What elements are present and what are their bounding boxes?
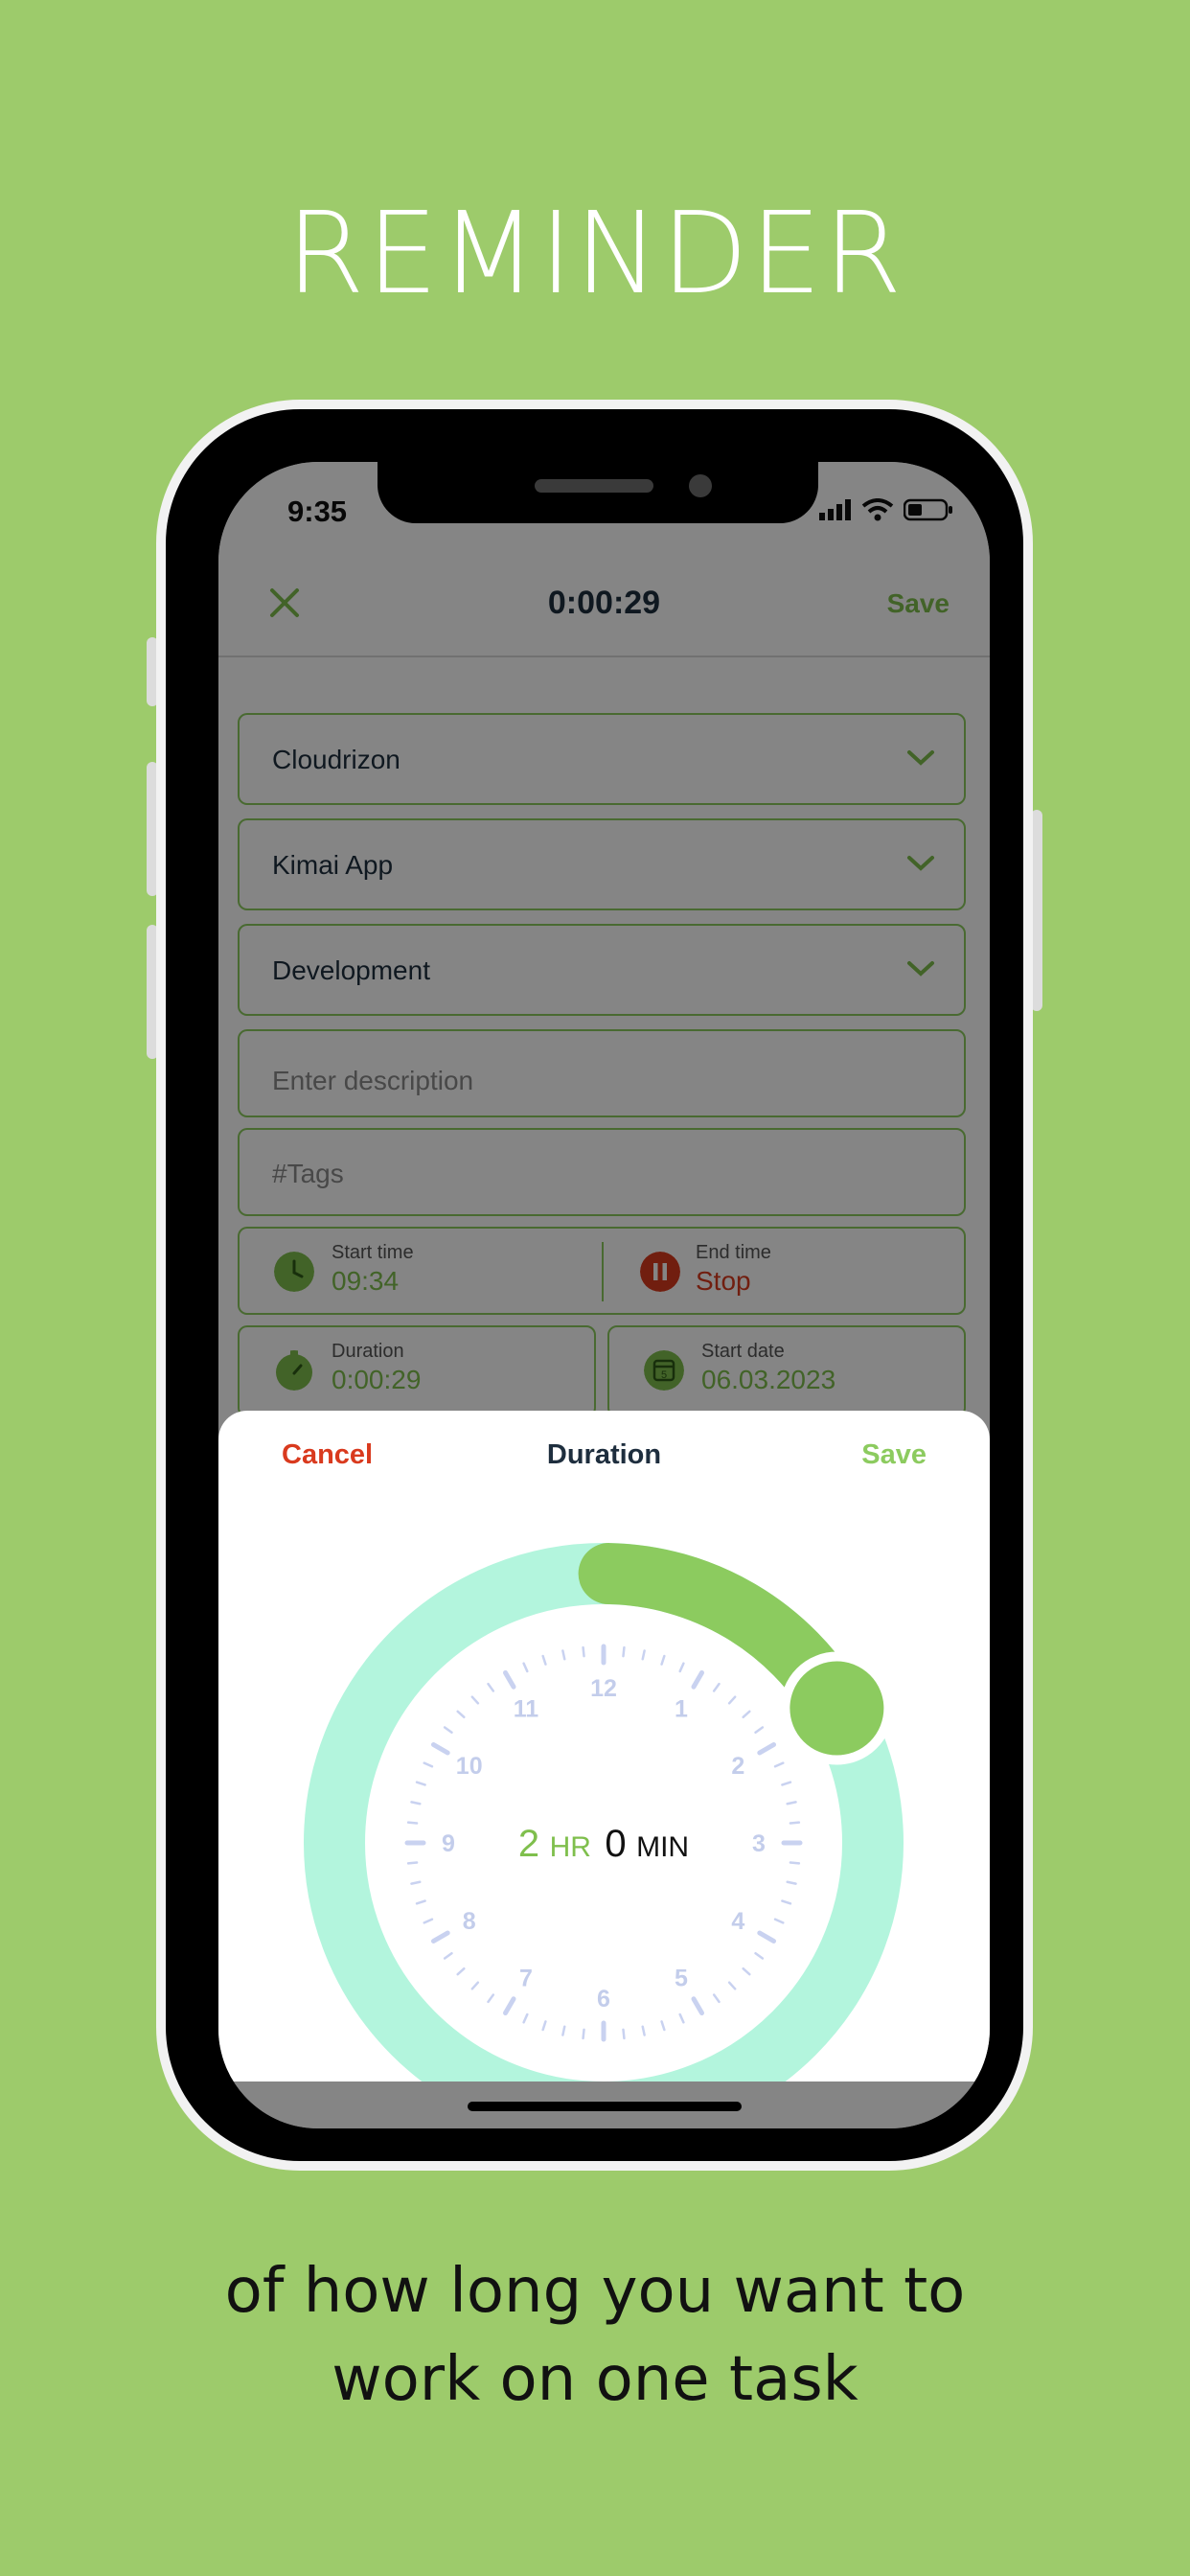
dial-number-4: 4 xyxy=(731,1908,744,1935)
hours-value: 2 xyxy=(518,1823,539,1865)
dial-number-1: 1 xyxy=(675,1696,688,1723)
dial-number-2: 2 xyxy=(731,1753,744,1780)
dial-minor-tick xyxy=(789,1821,801,1825)
duration-dial[interactable]: 12 1 2 3 4 5 6 7 8 9 10 11 2 HR 0 MIN xyxy=(218,1468,990,2082)
hours-unit: HR xyxy=(550,1831,591,1863)
dial-number-6: 6 xyxy=(597,1986,610,2012)
dial-minor-tick xyxy=(622,2028,626,2040)
phone-bezel: 9:35 0:00:29 Save Cloudrizon Kimai App D… xyxy=(166,409,1023,2161)
dial-number-12: 12 xyxy=(590,1675,617,1702)
sheet-save-button[interactable]: Save xyxy=(861,1439,927,1471)
dial-number-3: 3 xyxy=(752,1830,766,1857)
tagline: of how long you want to work on one task xyxy=(0,2247,1190,2424)
dial-number-11: 11 xyxy=(514,1696,539,1723)
dial-number-8: 8 xyxy=(463,1908,476,1935)
front-camera xyxy=(689,474,712,497)
dial-number-7: 7 xyxy=(519,1965,533,1991)
dial-minor-tick xyxy=(622,1645,626,1658)
dial-number-10: 10 xyxy=(456,1753,483,1780)
notch xyxy=(378,462,818,523)
duration-sheet: Cancel Duration Save 12 1 2 3 4 5 6 7 8 … xyxy=(218,1411,990,2082)
dial-minor-tick xyxy=(406,1861,419,1865)
minutes-value: 0 xyxy=(605,1823,626,1865)
dial-handle[interactable] xyxy=(780,1651,894,1765)
dial-number-9: 9 xyxy=(442,1830,455,1857)
phone-screen: 9:35 0:00:29 Save Cloudrizon Kimai App D… xyxy=(218,462,990,2128)
tagline-line-1: of how long you want to xyxy=(224,2256,966,2327)
tagline-line-2: work on one task xyxy=(332,2344,858,2415)
dial-minor-tick xyxy=(406,1821,419,1825)
phone-frame: 9:35 0:00:29 Save Cloudrizon Kimai App D… xyxy=(156,400,1033,2171)
dial-number-5: 5 xyxy=(675,1965,688,1991)
speaker-grille xyxy=(535,479,653,493)
home-indicator xyxy=(468,2102,742,2111)
headline: REMINDER xyxy=(286,187,904,319)
minutes-unit: MIN xyxy=(636,1831,689,1863)
dial-minor-tick xyxy=(789,1861,801,1865)
